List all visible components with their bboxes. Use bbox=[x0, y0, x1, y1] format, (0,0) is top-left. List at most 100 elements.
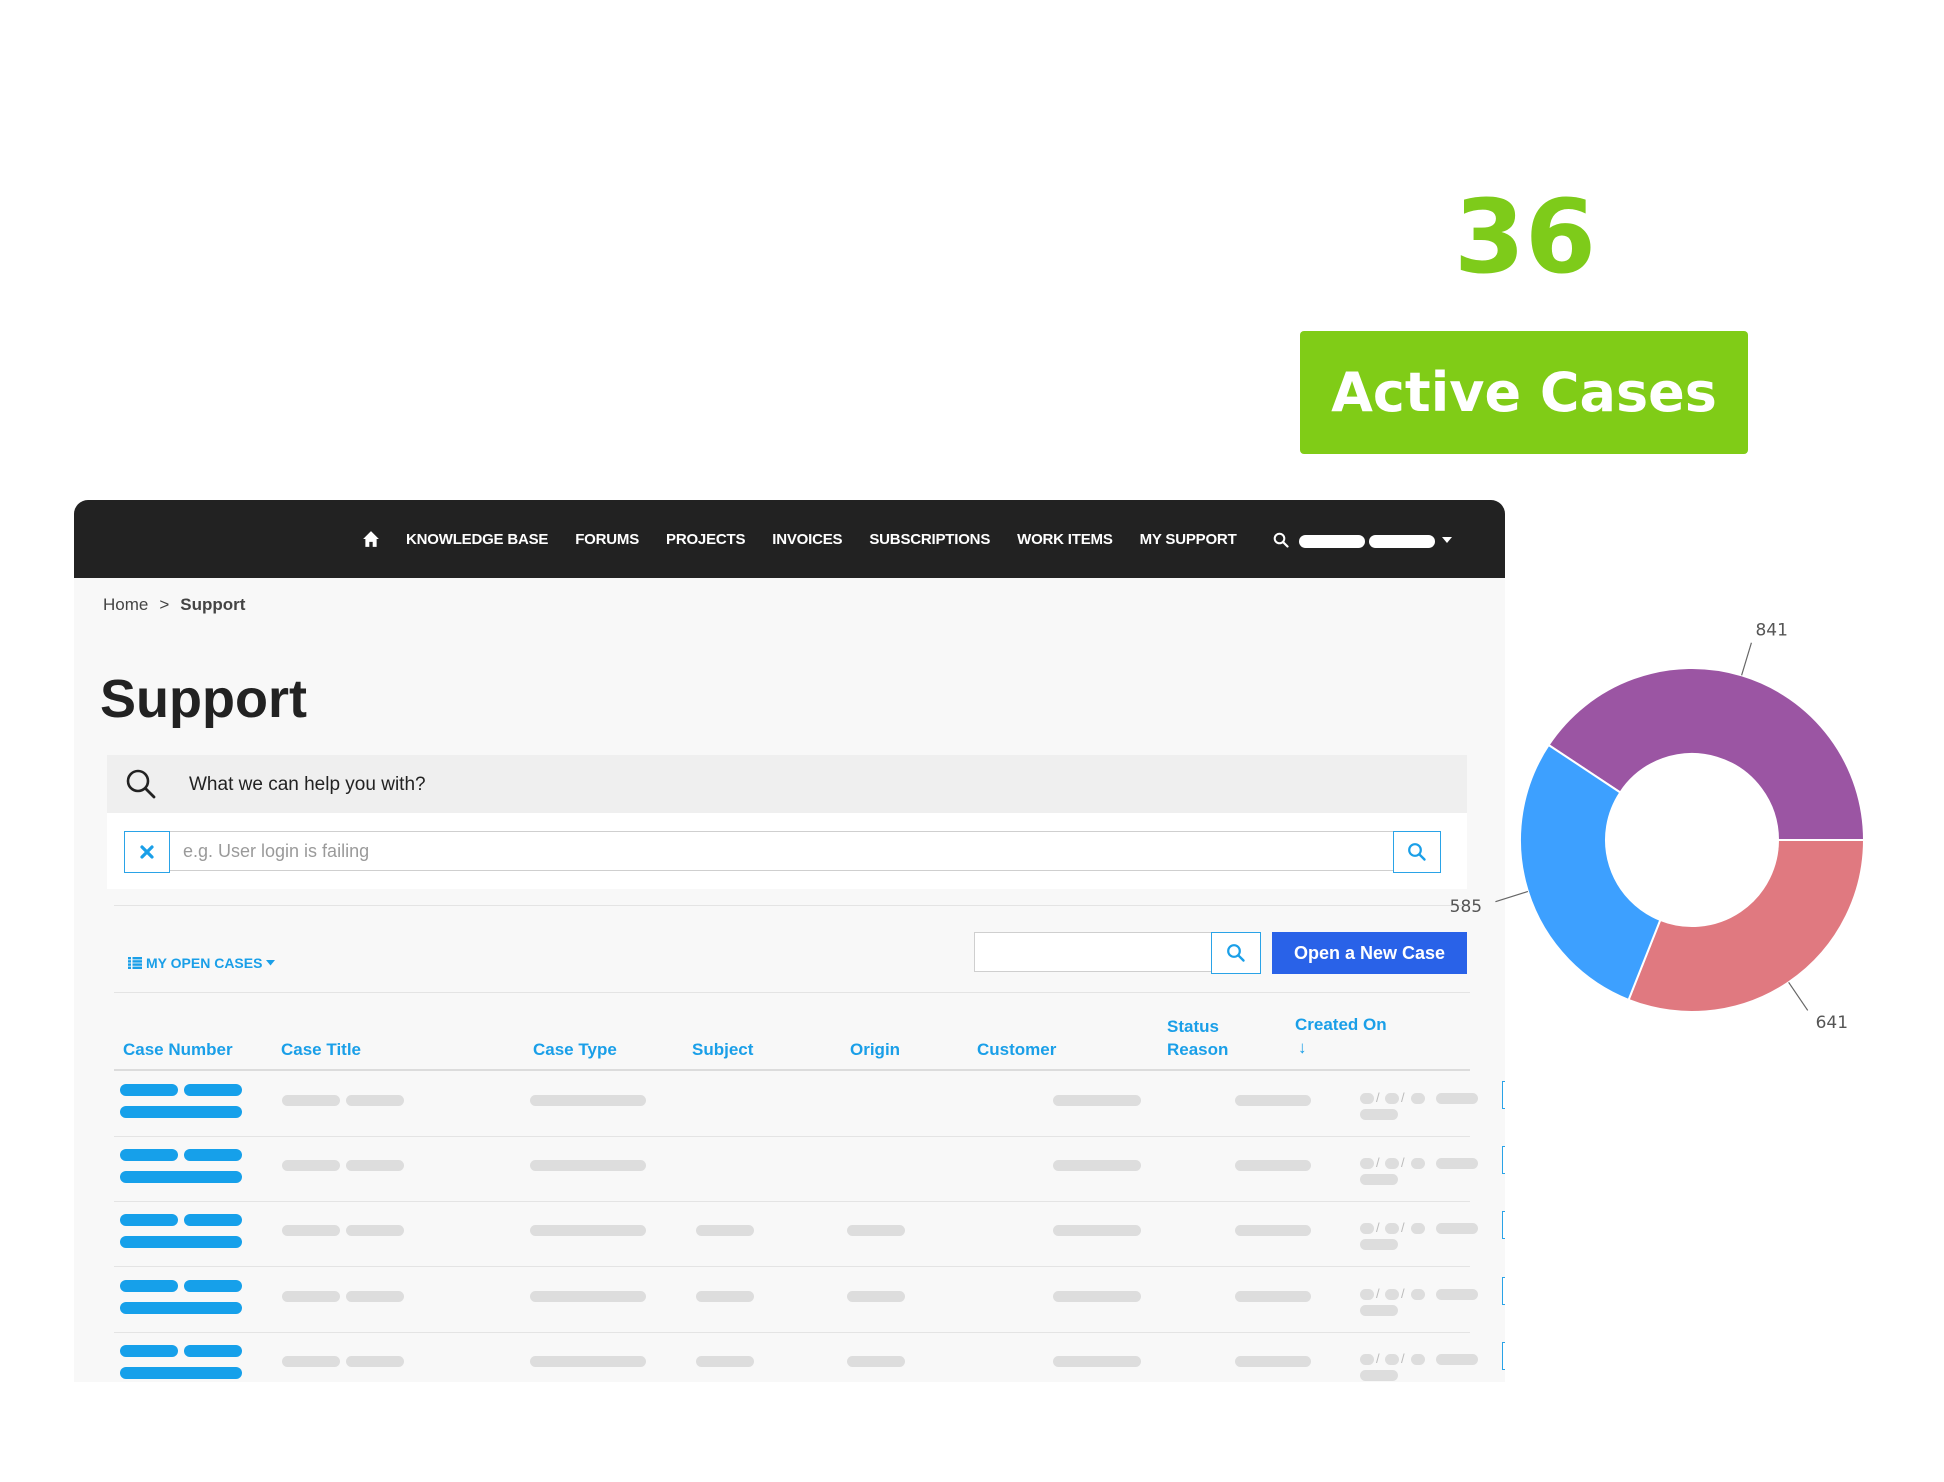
row-actions-button[interactable] bbox=[1502, 1342, 1505, 1370]
sort-descending-icon: ↓ bbox=[1298, 1038, 1307, 1057]
active-cases-count: 36 bbox=[1454, 178, 1596, 297]
table-row[interactable]: / / bbox=[114, 1332, 1505, 1382]
row-actions-button[interactable] bbox=[1502, 1146, 1505, 1174]
case-filter-input[interactable] bbox=[974, 932, 1212, 972]
cell-placeholder bbox=[282, 1095, 340, 1106]
column-header-case-number[interactable]: Case Number bbox=[123, 1038, 233, 1061]
case-number-placeholder[interactable] bbox=[120, 1367, 242, 1379]
column-header-case-type[interactable]: Case Type bbox=[533, 1038, 617, 1061]
nav-item-subscriptions[interactable]: SUBSCRIPTIONS bbox=[869, 531, 990, 548]
column-header-created-on[interactable]: Created On ↓ bbox=[1295, 1013, 1387, 1059]
breadcrumb-separator: > bbox=[159, 595, 170, 614]
date-separator: / bbox=[1376, 1351, 1380, 1366]
date-placeholder bbox=[1360, 1093, 1374, 1104]
column-header-case-title[interactable]: Case Title bbox=[281, 1038, 361, 1061]
cell-placeholder bbox=[530, 1225, 646, 1236]
breadcrumb: Home > Support bbox=[103, 595, 245, 615]
cell-placeholder bbox=[1436, 1289, 1478, 1300]
time-placeholder bbox=[1360, 1239, 1398, 1250]
case-number-placeholder[interactable] bbox=[184, 1149, 242, 1161]
cell-placeholder bbox=[346, 1356, 404, 1367]
date-placeholder bbox=[1385, 1354, 1399, 1365]
table-row[interactable]: / / bbox=[114, 1136, 1505, 1202]
case-number-placeholder[interactable] bbox=[120, 1302, 242, 1314]
case-number-placeholder[interactable] bbox=[120, 1214, 178, 1226]
case-number-placeholder[interactable] bbox=[120, 1149, 178, 1161]
search-icon[interactable] bbox=[1273, 532, 1289, 548]
donut-slice-641[interactable] bbox=[1627, 839, 1866, 1013]
kb-search-input[interactable] bbox=[170, 831, 1394, 871]
row-actions-button[interactable] bbox=[1502, 1211, 1505, 1239]
breadcrumb-home[interactable]: Home bbox=[103, 595, 148, 615]
open-new-case-button[interactable]: Open a New Case bbox=[1272, 932, 1467, 974]
kb-search-button[interactable] bbox=[1393, 831, 1441, 873]
column-header-status-reason[interactable]: Status Reason bbox=[1167, 1015, 1228, 1061]
cell-placeholder bbox=[1053, 1291, 1141, 1302]
cell-placeholder bbox=[530, 1095, 646, 1106]
case-view-dropdown[interactable]: MY OPEN CASES bbox=[128, 955, 276, 971]
chevron-down-icon[interactable] bbox=[1442, 537, 1452, 543]
cell-placeholder bbox=[1436, 1223, 1478, 1234]
table-row[interactable]: / / bbox=[114, 1267, 1505, 1333]
row-actions-button[interactable] bbox=[1502, 1081, 1505, 1109]
cell-placeholder bbox=[847, 1291, 905, 1302]
case-number-placeholder[interactable] bbox=[120, 1171, 242, 1183]
case-filter-button[interactable] bbox=[1211, 932, 1261, 974]
time-placeholder bbox=[1360, 1174, 1398, 1185]
nav-item-my-support[interactable]: MY SUPPORT bbox=[1140, 531, 1237, 548]
case-number-placeholder[interactable] bbox=[120, 1084, 178, 1096]
nav-item-knowledge-base[interactable]: KNOWLEDGE BASE bbox=[406, 531, 548, 548]
case-number-placeholder[interactable] bbox=[184, 1214, 242, 1226]
donut-value-label: 641 bbox=[1816, 1013, 1848, 1033]
date-placeholder bbox=[1360, 1158, 1374, 1169]
case-number-placeholder[interactable] bbox=[184, 1280, 242, 1292]
toolbar-divider bbox=[114, 992, 1470, 993]
date-placeholder bbox=[1411, 1223, 1425, 1234]
column-header-customer[interactable]: Customer bbox=[977, 1038, 1056, 1061]
cell-placeholder bbox=[346, 1095, 404, 1106]
donut-value-label: 841 bbox=[1755, 620, 1787, 640]
caret-down-icon bbox=[266, 960, 276, 966]
active-cases-badge: Active Cases bbox=[1300, 331, 1748, 454]
cell-placeholder bbox=[1053, 1225, 1141, 1236]
user-menu[interactable] bbox=[1299, 535, 1435, 548]
nav-item-projects[interactable]: PROJECTS bbox=[666, 531, 745, 548]
case-number-placeholder[interactable] bbox=[184, 1084, 242, 1096]
cell-placeholder bbox=[282, 1225, 340, 1236]
case-number-placeholder[interactable] bbox=[120, 1236, 242, 1248]
cell-placeholder bbox=[696, 1225, 754, 1236]
case-number-placeholder[interactable] bbox=[120, 1106, 242, 1118]
nav-item-invoices[interactable]: INVOICES bbox=[772, 531, 842, 548]
cell-placeholder bbox=[282, 1160, 340, 1171]
cell-placeholder bbox=[847, 1225, 905, 1236]
status-reason-line-1: Status bbox=[1167, 1017, 1219, 1036]
date-placeholder bbox=[1411, 1093, 1425, 1104]
search-icon bbox=[126, 769, 156, 799]
cell-placeholder bbox=[1235, 1291, 1311, 1302]
breadcrumb-current: Support bbox=[180, 595, 246, 614]
date-separator: / bbox=[1401, 1155, 1405, 1170]
case-number-placeholder[interactable] bbox=[184, 1345, 242, 1357]
case-number-placeholder[interactable] bbox=[120, 1280, 178, 1292]
clear-search-button[interactable] bbox=[124, 831, 170, 873]
donut-slice-585[interactable] bbox=[1519, 743, 1662, 1002]
section-divider bbox=[114, 905, 1470, 906]
cell-placeholder bbox=[346, 1291, 404, 1302]
kb-search-row bbox=[107, 813, 1467, 889]
table-row[interactable]: / / bbox=[114, 1201, 1505, 1267]
top-navbar: KNOWLEDGE BASE FORUMS PROJECTS INVOICES … bbox=[74, 500, 1505, 578]
table-row[interactable]: / / bbox=[114, 1071, 1505, 1137]
nav-item-work-items[interactable]: WORK ITEMS bbox=[1017, 531, 1113, 548]
donut-value-label: 585 bbox=[1450, 897, 1482, 917]
date-placeholder bbox=[1385, 1093, 1399, 1104]
donut-leader-line bbox=[1788, 981, 1809, 1011]
date-placeholder bbox=[1411, 1289, 1425, 1300]
column-header-origin[interactable]: Origin bbox=[850, 1038, 900, 1061]
date-separator: / bbox=[1401, 1351, 1405, 1366]
case-number-placeholder[interactable] bbox=[120, 1345, 178, 1357]
row-actions-button[interactable] bbox=[1502, 1277, 1505, 1305]
home-icon[interactable] bbox=[362, 530, 380, 548]
nav-item-forums[interactable]: FORUMS bbox=[575, 531, 639, 548]
column-header-subject[interactable]: Subject bbox=[692, 1038, 753, 1061]
date-separator: / bbox=[1401, 1286, 1405, 1301]
